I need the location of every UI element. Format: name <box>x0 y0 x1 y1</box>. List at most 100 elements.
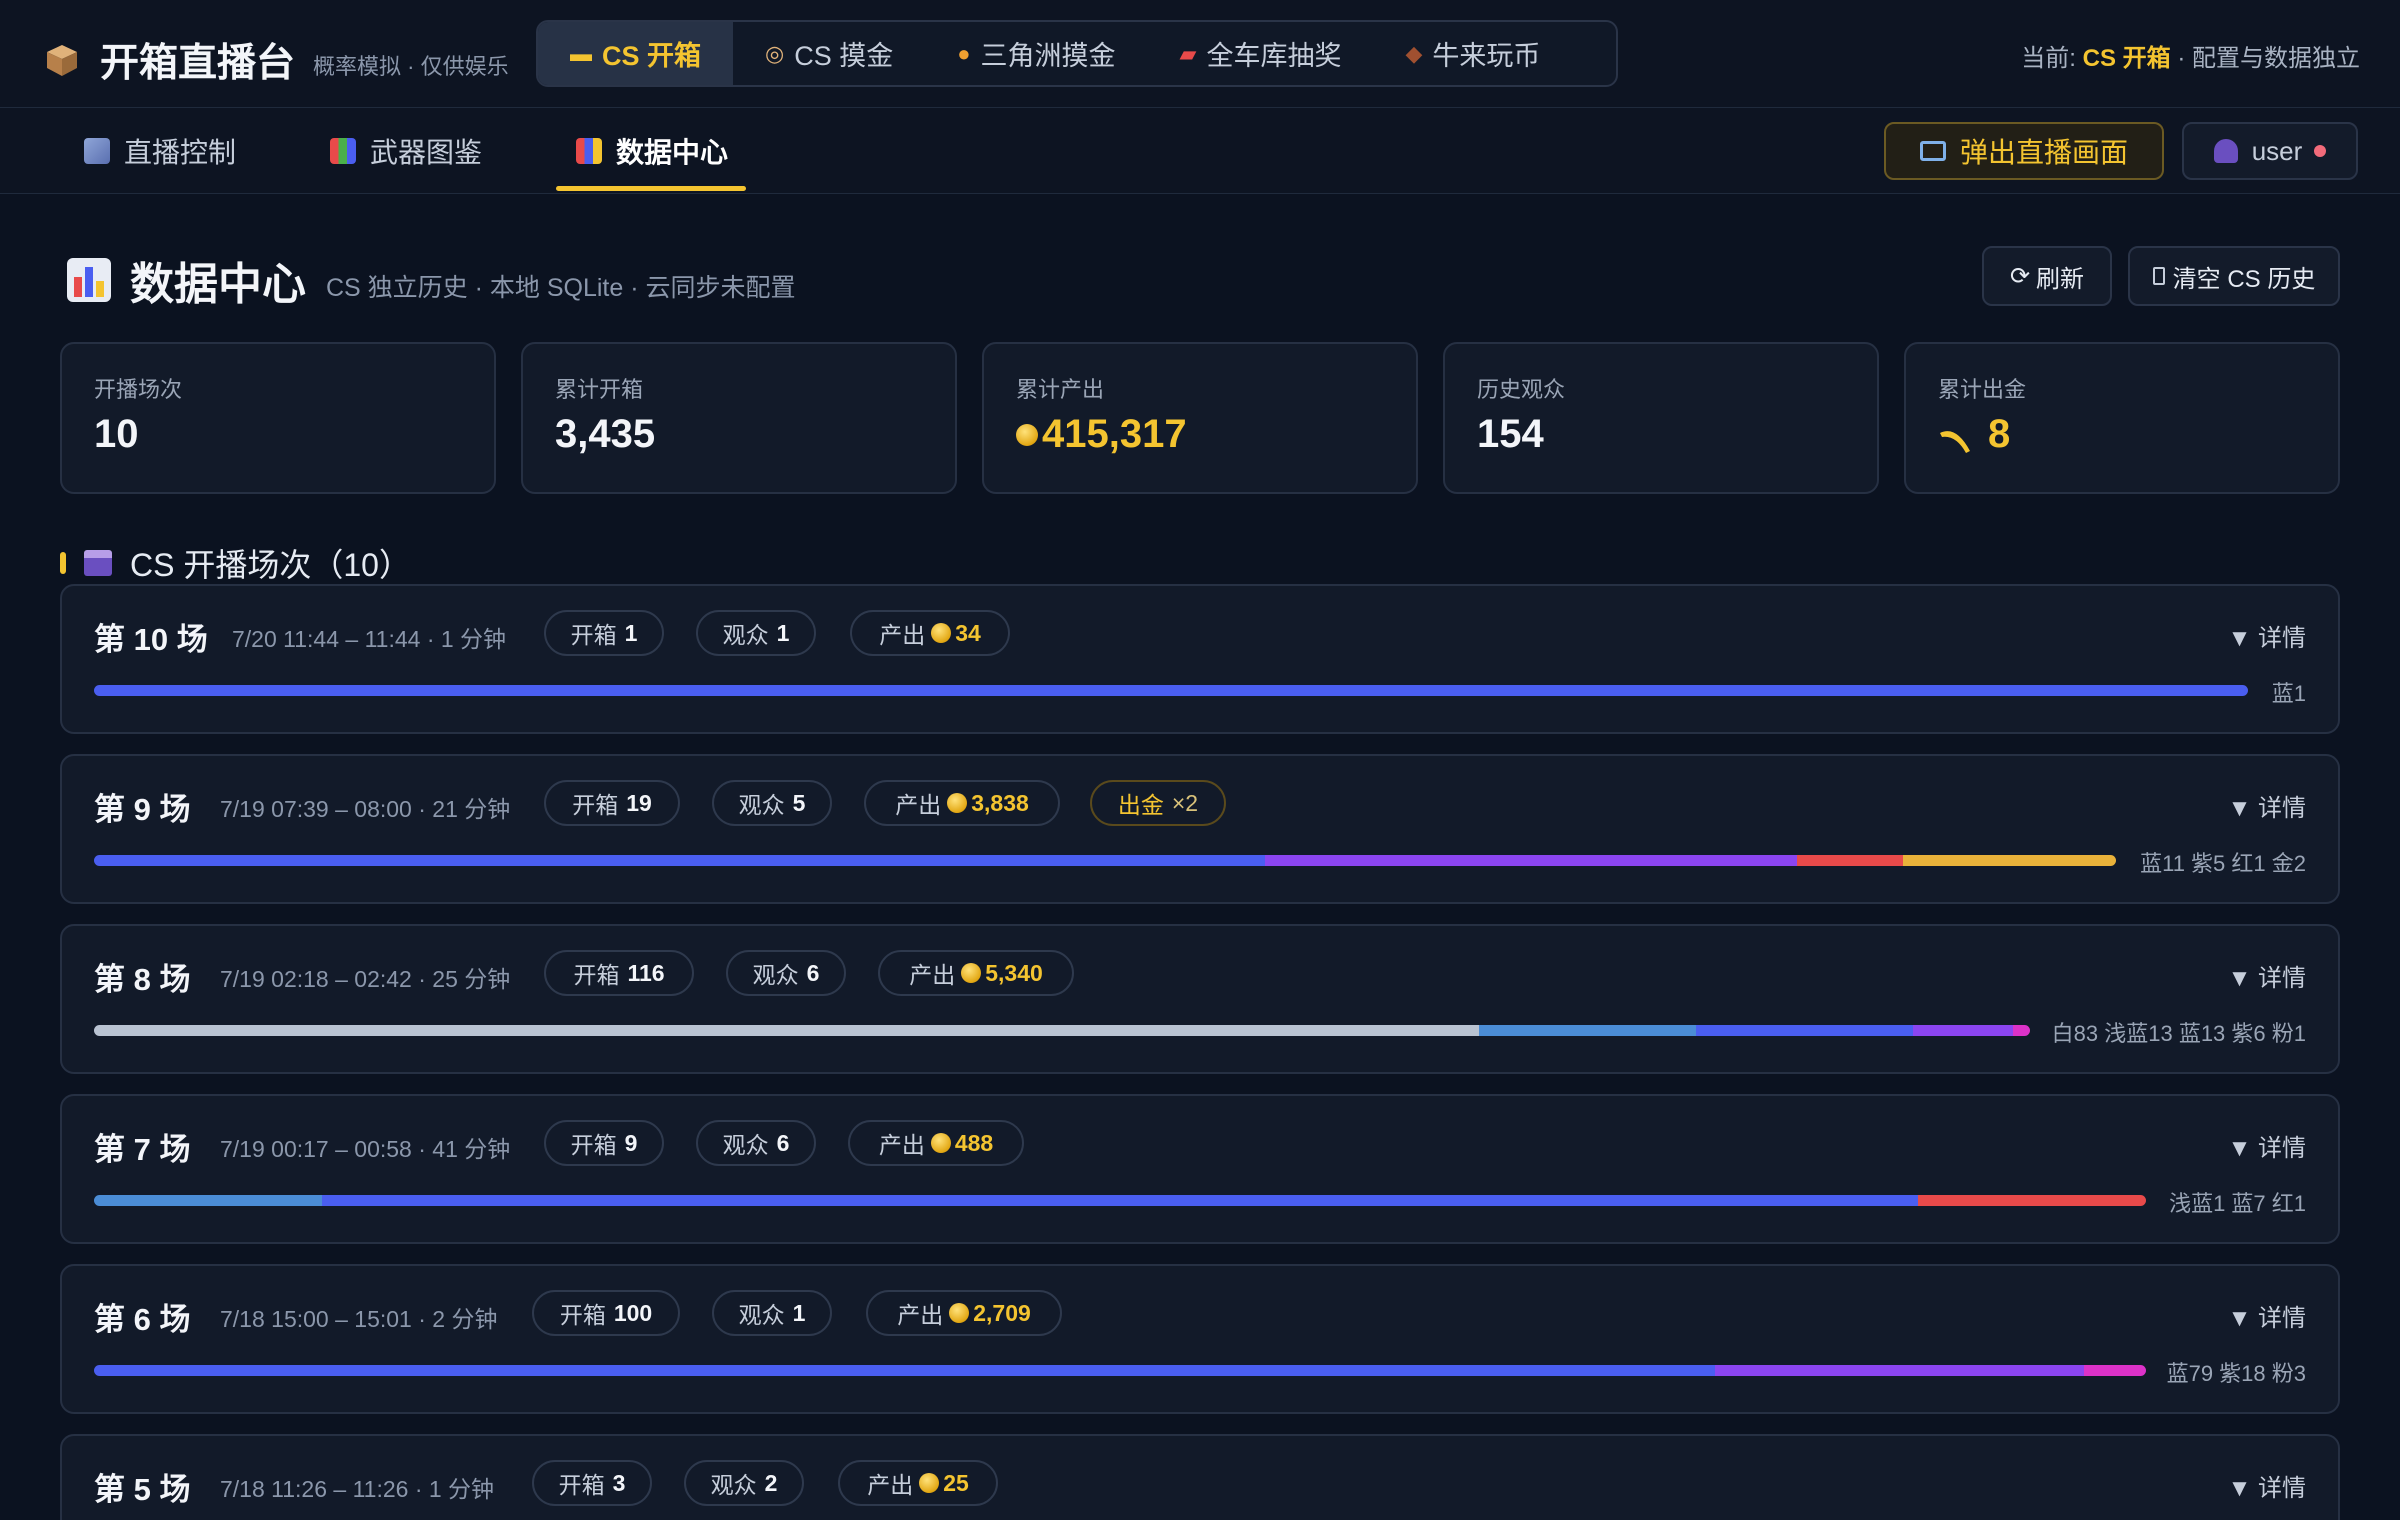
tab-bull-coin[interactable]: ◆ 牛来玩币 <box>1373 22 1572 85</box>
session-card[interactable]: 第 5 场 7/18 11:26 – 11:26 · 1 分钟 开箱 3 观众 2 … <box>60 1434 2340 1520</box>
subtab-live-control[interactable]: 直播控制 <box>84 108 236 194</box>
pill-value: 9 <box>624 1129 638 1156</box>
pill-value: 5,340 <box>985 959 1043 986</box>
stat-value: 10 <box>94 412 139 456</box>
stat-label: 历史观众 <box>1477 377 1566 402</box>
pill-output: 产出 25 <box>838 1460 998 1506</box>
session-card[interactable]: 第 6 场 7/18 15:00 – 15:01 · 2 分钟 开箱 100 观众… <box>60 1264 2340 1414</box>
stat-value: 415,317 <box>1042 412 1187 456</box>
rarity-segment-blue <box>94 1365 1716 1376</box>
knife-icon <box>1938 420 1974 453</box>
session-title: 第 10 场 <box>94 622 208 657</box>
rarity-segment-pink <box>2013 1025 2030 1036</box>
tab-label: CS 开箱 <box>602 41 702 71</box>
pill-open: 开箱 1 <box>544 610 664 656</box>
pill-value: 5 <box>792 789 806 816</box>
rarity-bar <box>94 1025 2030 1036</box>
rarity-segment-white <box>94 1025 1480 1036</box>
detail-toggle[interactable]: ▼ 详情 <box>2228 1468 2306 1503</box>
clear-label: 清空 CS 历史 <box>2172 265 2316 293</box>
stat-value-wrap: 8 <box>1938 412 2010 457</box>
rarity-segment-purple <box>1913 1025 2014 1036</box>
tab-garage-lottery[interactable]: ▰ 全车库抽奖 <box>1148 22 1374 85</box>
pill-label: 观众 <box>722 1132 769 1158</box>
stat-card-viewers: 历史观众 154 <box>1443 342 1879 494</box>
detail-toggle[interactable]: ▼ 详情 <box>2228 1128 2306 1163</box>
coin-icon <box>961 963 982 983</box>
current-mode-info: 当前: CS 开箱 · 配置与数据独立 <box>2021 38 2360 73</box>
tab-cs-open[interactable]: ▬ CS 开箱 <box>538 22 734 85</box>
pill-label: 观众 <box>738 792 785 818</box>
coin-icon <box>1016 423 1038 446</box>
rarity-segment-purple <box>1715 1365 2085 1376</box>
box-icon <box>44 42 80 78</box>
top-bar: 开箱直播台 概率模拟 · 仅供娱乐 ▬ CS 开箱 ◎ CS 摸金 ● 三角洲摸金 ▰… <box>0 0 2400 108</box>
stat-card-total-opens: 累计开箱 3,435 <box>521 342 957 494</box>
popout-live-button[interactable]: 弹出直播画面 <box>1884 122 2164 180</box>
subtab-weapon-catalog[interactable]: 武器图鉴 <box>330 108 482 194</box>
pill-output: 产出 34 <box>850 610 1010 656</box>
stat-value: 8 <box>1988 412 2011 456</box>
session-card[interactable]: 第 8 场 7/19 02:18 – 02:42 · 25 分钟 开箱 116 观… <box>60 924 2340 1074</box>
pill-viewers: 观众 1 <box>696 610 816 656</box>
pill-viewers: 观众 6 <box>696 1120 816 1166</box>
page-subtitle: CS 独立历史 · 本地 SQLite · 云同步未配置 <box>326 274 796 302</box>
pill-value: 116 <box>627 959 665 986</box>
session-title: 第 7 场 <box>94 1132 191 1167</box>
pill-label: 产出 <box>897 1302 944 1328</box>
medal-icon: ● <box>957 40 971 66</box>
pill-viewers: 观众 2 <box>684 1460 804 1506</box>
detail-toggle[interactable]: ▼ 详情 <box>2228 958 2306 993</box>
rarity-segment-blue <box>94 855 1265 866</box>
pill-value: 3,838 <box>971 789 1029 816</box>
session-title: 第 9 场 <box>94 792 191 827</box>
rarity-summary: 蓝79 紫18 粉3 <box>2166 1361 2306 1386</box>
session-time: 7/19 07:39 – 08:00 · 21 分钟 <box>220 796 511 822</box>
tab-label: 全车库抽奖 <box>1206 41 1342 71</box>
session-card[interactable]: 第 10 场 7/20 11:44 – 11:44 · 1 分钟 开箱 1 观众 1… <box>60 584 2340 734</box>
pill-value: 100 <box>613 1299 653 1326</box>
rarity-bar <box>94 1195 2146 1206</box>
user-button[interactable]: user <box>2182 122 2358 180</box>
detail-toggle[interactable]: ▼ 详情 <box>2228 618 2306 653</box>
pill-label: 观众 <box>752 962 799 988</box>
session-card[interactable]: 第 9 场 7/19 07:39 – 08:00 · 21 分钟 开箱 19 观众… <box>60 754 2340 904</box>
pill-value: 34 <box>955 619 981 646</box>
stat-card-sessions: 开播场次 10 <box>60 342 496 494</box>
pill-label: 开箱 <box>572 792 619 818</box>
pill-viewers: 观众 1 <box>712 1290 832 1336</box>
tab-label: 三角洲摸金 <box>980 41 1116 71</box>
session-time: 7/19 02:18 – 02:42 · 25 分钟 <box>220 966 511 992</box>
rarity-bar <box>94 1365 2146 1376</box>
detail-toggle[interactable]: ▼ 详情 <box>2228 788 2306 823</box>
trash-icon <box>2152 267 2165 285</box>
tab-cs-mojin[interactable]: ◎ CS 摸金 <box>733 22 925 85</box>
pill-open: 开箱 9 <box>544 1120 664 1166</box>
session-card[interactable]: 第 7 场 7/19 00:17 – 00:58 · 41 分钟 开箱 9 观众 6… <box>60 1094 2340 1244</box>
tab-label: CS 摸金 <box>794 41 894 71</box>
refresh-button[interactable]: ⟳ 刷新 <box>1982 246 2112 306</box>
current-suffix: · 配置与数据独立 <box>2177 45 2360 72</box>
clear-history-button[interactable]: 清空 CS 历史 <box>2128 246 2340 306</box>
stat-value-wrap: 415,317 <box>1016 412 1187 457</box>
current-mode: CS 开箱 <box>2082 45 2171 72</box>
coin-icon <box>931 623 952 643</box>
coin-icon <box>947 793 968 813</box>
session-title: 第 8 场 <box>94 962 191 997</box>
subtab-data-center[interactable]: 数据中心 <box>576 108 728 194</box>
pill-output: 产出 2,709 <box>866 1290 1062 1336</box>
pill-viewers: 观众 6 <box>726 950 846 996</box>
subtab-label: 武器图鉴 <box>370 137 483 168</box>
pill-value: 1 <box>776 619 790 646</box>
section-title: CS 开播场次（10） <box>130 547 411 583</box>
pill-label: 出金 <box>1117 792 1164 818</box>
pill-viewers: 观众 5 <box>712 780 832 826</box>
coin-icon <box>930 1133 951 1153</box>
session-title: 第 5 场 <box>94 1472 191 1507</box>
pill-label: 开箱 <box>570 622 617 648</box>
detail-toggle[interactable]: ▼ 详情 <box>2228 1298 2306 1333</box>
rarity-segment-blue <box>322 1195 1918 1206</box>
pill-value: ×2 <box>1171 789 1199 816</box>
compass-icon: ◎ <box>765 40 785 66</box>
tab-delta-mojin[interactable]: ● 三角洲摸金 <box>925 22 1147 85</box>
